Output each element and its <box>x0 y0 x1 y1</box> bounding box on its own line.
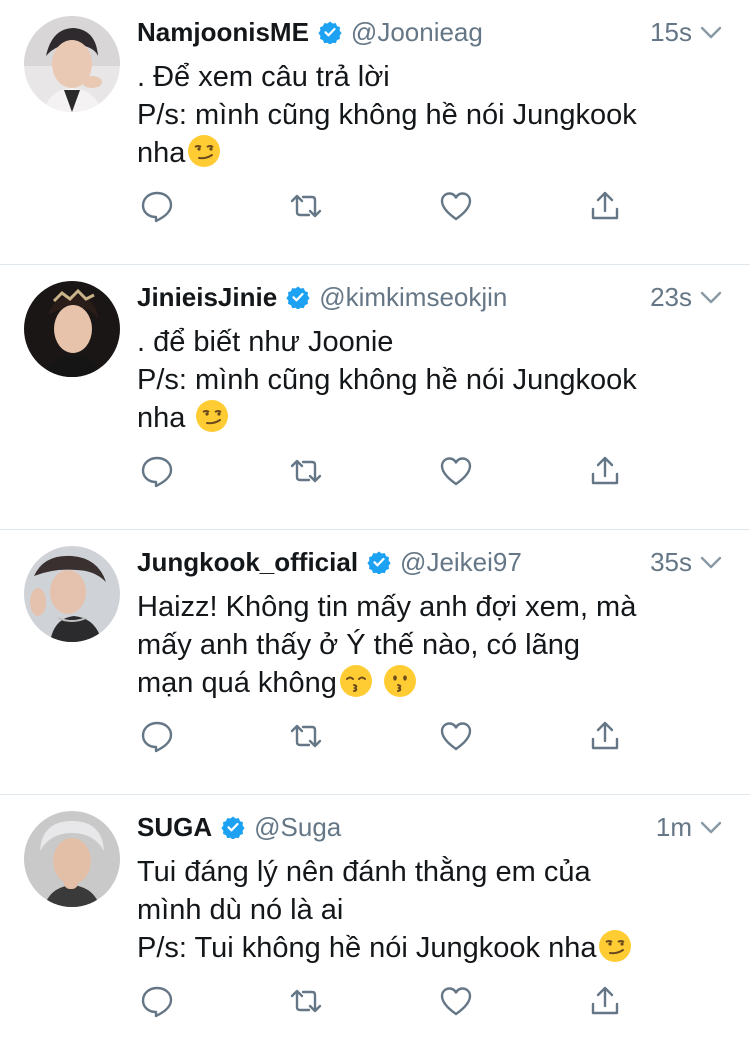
display-name[interactable]: JinieisJinie <box>137 282 277 313</box>
display-name[interactable]: NamjoonisME <box>137 17 309 48</box>
tweet-text-line: . Để xem câu trả lời <box>137 61 390 93</box>
tweet[interactable]: Jungkook_official @Jeikei97 35s Haizz! K… <box>0 530 750 795</box>
tweet-actions <box>137 981 619 1021</box>
tweet-text-line: nha <box>137 137 186 169</box>
like-icon[interactable] <box>436 981 476 1021</box>
display-name[interactable]: Jungkook_official <box>137 547 358 578</box>
retweet-icon[interactable] <box>286 186 326 226</box>
retweet-icon[interactable] <box>286 451 326 491</box>
smirk-emoji <box>598 929 632 963</box>
verified-badge-icon <box>286 285 310 309</box>
chevron-down-icon[interactable] <box>698 814 724 840</box>
tweet-text-line: nha <box>137 402 194 434</box>
handle[interactable]: @Suga <box>254 812 646 843</box>
tweet-text: . Để xem câu trả lời P/s: mình cũng khôn… <box>137 58 724 172</box>
tweet-actions <box>137 451 619 491</box>
avatar-jungkook-image <box>24 546 120 642</box>
chevron-down-icon[interactable] <box>698 549 724 575</box>
tweet-text-line: P/s: mình cũng không hề nói Jungkook <box>137 99 637 131</box>
avatar-namjoon-image <box>24 16 120 112</box>
avatar[interactable] <box>24 16 120 112</box>
kissing-smiling-eyes-emoji <box>339 664 373 698</box>
verified-badge-icon <box>318 20 342 44</box>
reply-icon[interactable] <box>137 451 177 491</box>
share-icon[interactable] <box>585 716 625 756</box>
tweet[interactable]: JinieisJinie @kimkimseokjin 23s . để biế… <box>0 265 750 530</box>
handle[interactable]: @Joonieag <box>351 17 640 48</box>
avatar[interactable] <box>24 281 120 377</box>
avatar-jin-image <box>24 281 120 377</box>
chevron-down-icon[interactable] <box>698 284 724 310</box>
handle[interactable]: @Jeikei97 <box>400 547 640 578</box>
handle[interactable]: @kimkimseokjin <box>319 282 640 313</box>
tweet-text: . để biết như Joonie P/s: mình cũng khôn… <box>137 323 724 437</box>
tweet-text-line: Tui đáng lý nên đánh thằng em của <box>137 856 591 888</box>
retweet-icon[interactable] <box>286 981 326 1021</box>
like-icon[interactable] <box>436 716 476 756</box>
tweet-text: Haizz! Không tin mấy anh đợi xem, mà mấy… <box>137 588 724 702</box>
tweet-actions <box>137 716 619 756</box>
tweet-text-line: . để biết như Joonie <box>137 326 394 358</box>
tweet-text: Tui đáng lý nên đánh thằng em của mình d… <box>137 853 724 967</box>
tweet[interactable]: NamjoonisME @Joonieag 15s . Để xem câu t… <box>0 0 750 265</box>
tweet-text-line: P/s: Tui không hề nói Jungkook nha <box>137 932 597 964</box>
smirk-emoji <box>195 399 229 433</box>
smirk-emoji <box>187 134 221 168</box>
avatar[interactable] <box>24 811 120 907</box>
chevron-down-icon[interactable] <box>698 19 724 45</box>
timestamp[interactable]: 23s <box>650 282 692 313</box>
tweet-text-line: P/s: mình cũng không hề nói Jungkook <box>137 364 637 396</box>
display-name[interactable]: SUGA <box>137 812 212 843</box>
verified-badge-icon <box>221 815 245 839</box>
tweet-text-line: mình dù nó là ai <box>137 894 344 926</box>
tweet-text-line: mạn quá không <box>137 667 337 699</box>
reply-icon[interactable] <box>137 716 177 756</box>
share-icon[interactable] <box>585 981 625 1021</box>
retweet-icon[interactable] <box>286 716 326 756</box>
avatar[interactable] <box>24 546 120 642</box>
tweet-text-line: Haizz! Không tin mấy anh đợi xem, mà <box>137 591 637 623</box>
tweet-text-line: mấy anh thấy ở Ý thế nào, có lãng <box>137 629 581 661</box>
timestamp[interactable]: 35s <box>650 547 692 578</box>
reply-icon[interactable] <box>137 981 177 1021</box>
like-icon[interactable] <box>436 186 476 226</box>
tweet[interactable]: SUGA @Suga 1m Tui đáng lý nên đánh thằng… <box>0 795 750 1060</box>
reply-icon[interactable] <box>137 186 177 226</box>
tweet-actions <box>137 186 619 226</box>
timestamp[interactable]: 15s <box>650 17 692 48</box>
share-icon[interactable] <box>585 451 625 491</box>
kissing-emoji <box>383 664 417 698</box>
like-icon[interactable] <box>436 451 476 491</box>
timestamp[interactable]: 1m <box>656 812 692 843</box>
verified-badge-icon <box>367 550 391 574</box>
share-icon[interactable] <box>585 186 625 226</box>
timeline: NamjoonisME @Joonieag 15s . Để xem câu t… <box>0 0 750 1047</box>
avatar-suga-image <box>24 811 120 907</box>
